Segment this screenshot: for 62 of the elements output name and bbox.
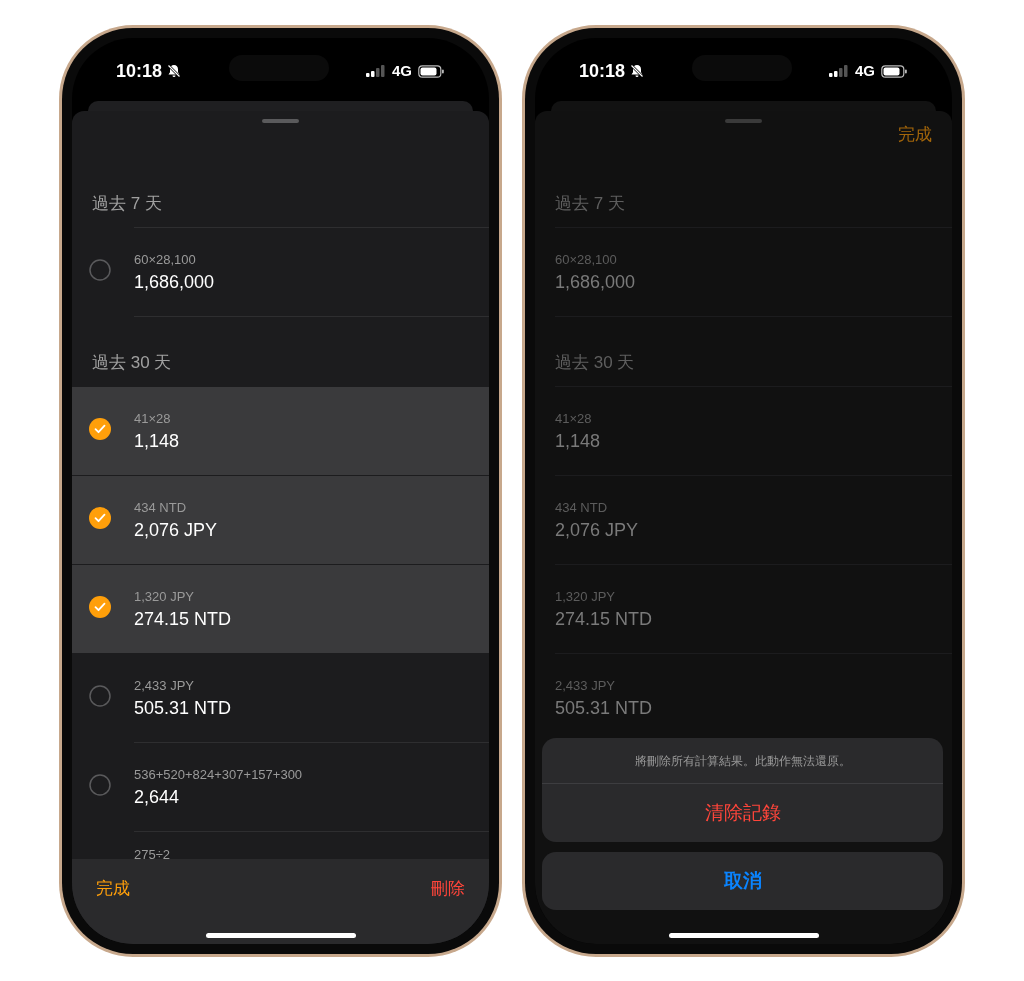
expression-text: 41×28 — [134, 410, 172, 427]
expression-text: 60×28,100 — [134, 251, 197, 268]
expression-text: 1,320 JPY — [134, 588, 195, 605]
history-row[interactable]: 2,433 JPY 505.31 NTD — [72, 654, 489, 742]
sheet-handle[interactable] — [725, 119, 762, 123]
checkmark-icon[interactable] — [89, 507, 111, 529]
result-text: 2,644 — [134, 785, 181, 808]
history-row[interactable]: 60×28,100 1,686,000 — [535, 228, 952, 316]
network-label: 4G — [855, 61, 875, 81]
history-row[interactable]: 60×28,100 1,686,000 — [72, 228, 489, 316]
clock-time: 10:18 — [116, 60, 163, 82]
network-label: 4G — [392, 61, 412, 81]
done-button[interactable]: 完成 — [96, 878, 130, 900]
signal-icon — [366, 65, 386, 78]
signal-icon — [829, 65, 849, 78]
history-row[interactable]: 1,320 JPY 274.15 NTD — [72, 565, 489, 653]
battery-icon — [418, 64, 445, 78]
radio-circle-icon[interactable] — [89, 774, 111, 796]
alert-message: 將刪除所有計算結果。此動作無法還原。 — [634, 752, 851, 770]
checkmark-icon[interactable] — [89, 418, 111, 440]
result-text: 505.31 NTD — [555, 696, 653, 719]
section-header: 過去 30 天 — [555, 352, 635, 374]
result-text: 1,686,000 — [134, 270, 215, 293]
expression-text: 60×28,100 — [555, 251, 618, 268]
result-text: 1,148 — [555, 429, 601, 452]
result-text: 505.31 NTD — [134, 696, 232, 719]
expression-text: 2,433 JPY — [134, 677, 195, 694]
result-text: 2,076 JPY — [555, 518, 639, 541]
cancel-button[interactable]: 取消 — [542, 852, 943, 910]
section-header: 過去 30 天 — [92, 352, 172, 374]
expression-text: 275÷2 — [134, 847, 171, 859]
checkmark-icon[interactable] — [89, 596, 111, 618]
clock-time: 10:18 — [579, 60, 626, 82]
history-row[interactable]: 2,433 JPY 505.31 NTD — [535, 654, 952, 742]
sheet-handle[interactable] — [262, 119, 299, 123]
section-header: 過去 7 天 — [92, 193, 162, 215]
expression-text: 1,320 JPY — [555, 588, 616, 605]
section-header: 過去 7 天 — [555, 193, 625, 215]
history-row[interactable]: 434 NTD 2,076 JPY — [535, 476, 952, 564]
expression-text: 2,433 JPY — [555, 677, 616, 694]
done-button[interactable]: 完成 — [898, 124, 932, 146]
history-row[interactable]: 41×28 1,148 — [72, 387, 489, 475]
history-row[interactable]: 434 NTD 2,076 JPY — [72, 476, 489, 564]
result-text: 1,686,000 — [555, 270, 636, 293]
bell-slash-icon — [629, 63, 646, 79]
expression-text: 536+520+824+307+157+300 — [134, 766, 303, 783]
clear-history-button[interactable]: 清除記錄 — [542, 784, 943, 842]
history-row[interactable]: 41×28 1,148 — [535, 387, 952, 475]
radio-circle-icon[interactable] — [89, 259, 111, 281]
history-row[interactable]: 536+520+824+307+157+300 2,644 — [72, 743, 489, 831]
bell-slash-icon — [166, 63, 183, 79]
expression-text: 41×28 — [555, 410, 593, 427]
battery-icon — [881, 64, 908, 78]
result-text: 2,076 JPY — [134, 518, 218, 541]
delete-button[interactable]: 刪除 — [431, 878, 465, 900]
result-text: 1,148 — [134, 429, 180, 452]
radio-circle-icon[interactable] — [89, 685, 111, 707]
history-row[interactable]: 1,320 JPY 274.15 NTD — [535, 565, 952, 653]
expression-text: 434 NTD — [555, 499, 609, 516]
expression-text: 434 NTD — [134, 499, 188, 516]
result-text: 274.15 NTD — [555, 607, 653, 630]
result-text: 274.15 NTD — [134, 607, 232, 630]
